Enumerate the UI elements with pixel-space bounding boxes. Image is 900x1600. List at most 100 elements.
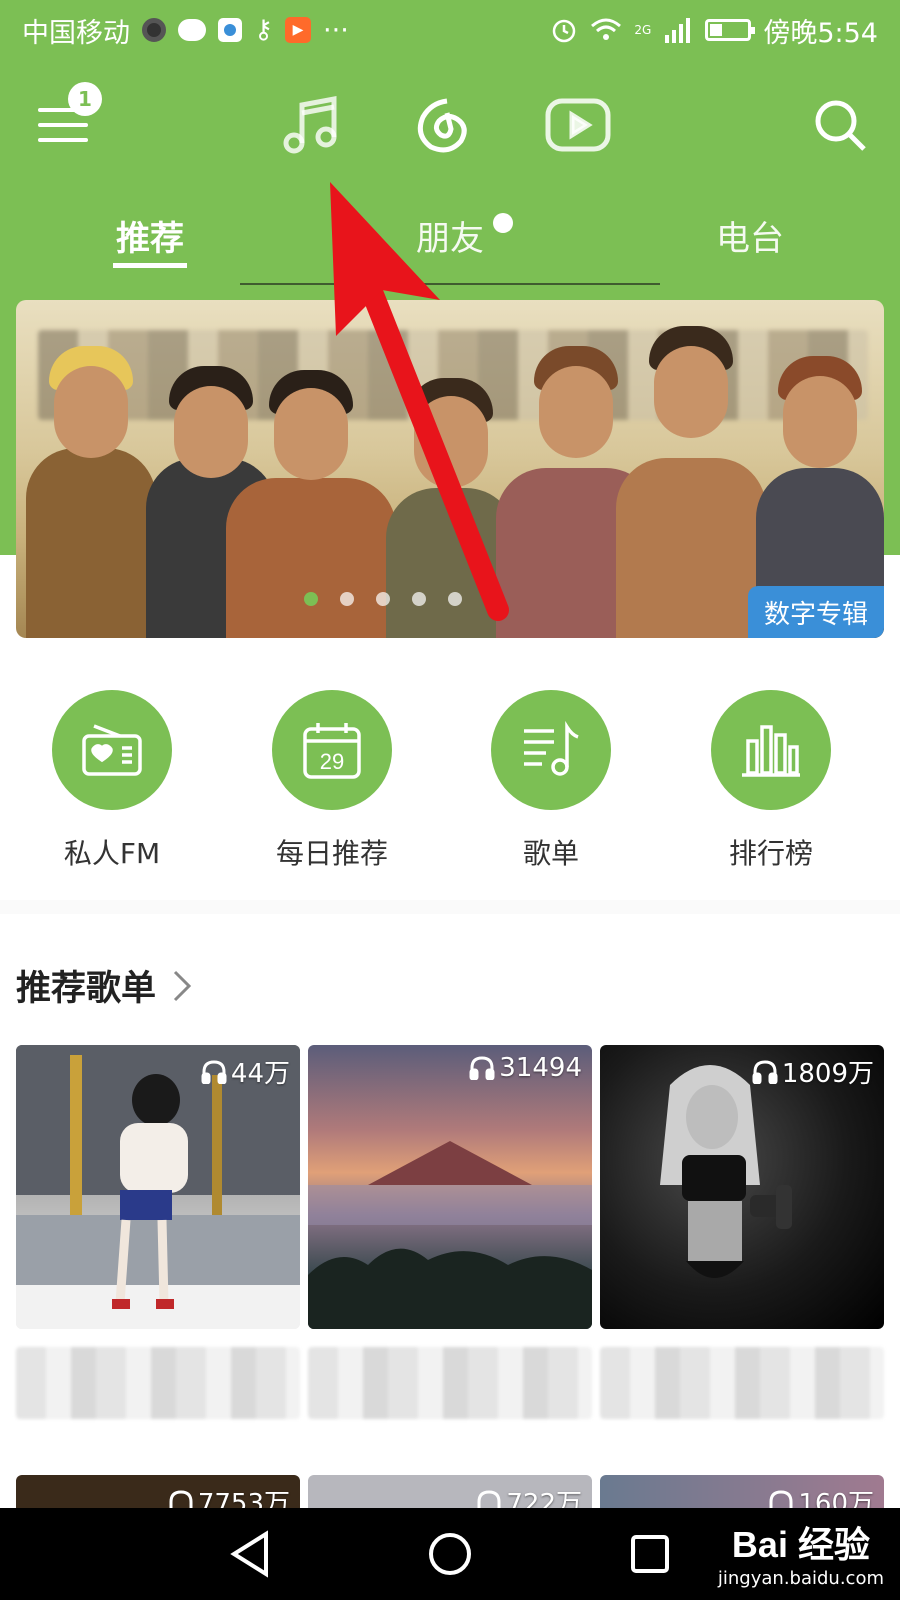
entry-icon-circle [711, 690, 831, 810]
banner-dot[interactable] [412, 592, 426, 606]
video-notification-icon: ▶ [285, 17, 312, 43]
entry-label: 排行榜 [728, 837, 813, 870]
banner-carousel[interactable]: 数字专辑 [16, 300, 884, 638]
play-count: 31494 [469, 1053, 582, 1083]
entry-label: 私人FM [63, 837, 161, 870]
app-notification-icon [218, 18, 242, 42]
search-button[interactable] [795, 80, 885, 170]
headphones-icon [201, 1059, 227, 1084]
section-header-recommended[interactable]: 推荐歌单 [16, 960, 192, 1011]
playlist-cover: 1809万 [600, 1045, 884, 1329]
play-count-value: 1809万 [781, 1059, 874, 1089]
watermark-logo: Bai 经验 [731, 1524, 870, 1565]
home-button[interactable] [418, 1522, 482, 1586]
playlist-card[interactable]: 44万 [16, 1045, 300, 1419]
entry-icon-circle [491, 690, 611, 810]
section-title: 推荐歌单 [16, 969, 157, 1009]
chevron-right-icon [173, 970, 192, 1001]
active-tab-indicator [113, 263, 187, 268]
back-triangle-icon [230, 1530, 268, 1578]
video-button[interactable] [533, 80, 623, 170]
play-count-value: 7753万 [197, 1489, 290, 1511]
playlist-card[interactable]: 1809万 [600, 1045, 884, 1419]
play-count-value: 160万 [798, 1489, 874, 1511]
radio-icon [82, 724, 142, 776]
play-count: 44万 [201, 1053, 290, 1090]
headphones-icon [469, 1056, 495, 1080]
play-count-value: 31494 [499, 1053, 582, 1083]
home-circle-icon [429, 1533, 471, 1575]
banner-dot[interactable] [448, 592, 462, 606]
menu-badge: 1 [68, 82, 102, 116]
cover-illustration [308, 1141, 592, 1329]
back-button[interactable] [218, 1522, 282, 1586]
app-screen: 中国移动 ⚷ ▶ ··· 2G 傍晚5:54 1 推荐 朋友 电台 数字专辑 私… [0, 0, 900, 1600]
entry-playlist[interactable]: 歌单 [471, 690, 631, 872]
banner-dot[interactable] [376, 592, 390, 606]
headphones-icon [752, 1059, 778, 1084]
carrier-label: 中国移动 [22, 17, 130, 49]
playlist-name-blurred [600, 1347, 884, 1419]
banner-person [26, 346, 156, 638]
tab-radio[interactable]: 电台 [700, 205, 800, 265]
play-count-value: 722万 [506, 1489, 582, 1511]
play-count-value: 44万 [230, 1059, 290, 1089]
key-icon: ⚷ [254, 15, 274, 45]
search-icon [815, 100, 866, 151]
playlist-card[interactable]: 722万 [308, 1475, 592, 1511]
entry-charts[interactable]: 排行榜 [691, 690, 851, 872]
status-right: 2G 傍晚5:54 [550, 11, 878, 50]
banner-pagination [304, 592, 462, 606]
friends-new-dot [493, 213, 513, 233]
entry-icon-circle: 29 [272, 690, 392, 810]
entry-private-fm[interactable]: 私人FM [32, 690, 192, 872]
playlist-cover: 31494 [308, 1045, 592, 1329]
playlist-card[interactable]: 160万 [600, 1475, 884, 1511]
calendar-icon: 29 [303, 723, 361, 779]
quick-entries: 私人FM 29 每日推荐 歌单 排行榜 [0, 690, 900, 870]
video-play-icon [545, 98, 611, 152]
top-nav: 1 [0, 80, 900, 170]
playlist-icon [524, 721, 579, 776]
section-divider [0, 900, 900, 914]
netease-cloud-music-icon [417, 98, 467, 153]
recents-square-icon [631, 1535, 669, 1573]
more-notifications-icon: ··· [323, 14, 349, 46]
playlist-grid-row-2: 7753万 722万 160万 [16, 1475, 884, 1511]
banner-dot[interactable] [304, 592, 318, 606]
tab-recommend[interactable]: 推荐 [100, 205, 200, 265]
status-bar: 中国移动 ⚷ ▶ ··· 2G 傍晚5:54 [0, 0, 900, 60]
entry-label: 每日推荐 [275, 837, 388, 870]
chart-bars-icon [742, 725, 800, 777]
signal-icon [665, 18, 691, 43]
play-count: 722万 [476, 1483, 582, 1511]
music-note-icon [283, 95, 337, 154]
system-nav-bar: Bai 经验 jingyan.baidu.com [0, 1508, 900, 1600]
my-music-button[interactable] [265, 80, 355, 170]
music-app-notification-icon [142, 18, 166, 42]
entry-icon-circle [52, 690, 172, 810]
playlist-card[interactable]: 7753万 [16, 1475, 300, 1511]
entry-daily-recommend[interactable]: 29 每日推荐 [252, 690, 412, 872]
playlist-card[interactable]: 31494 [308, 1045, 592, 1419]
message-notification-icon [178, 19, 206, 41]
menu-button[interactable]: 1 [20, 80, 110, 170]
clock-label: 傍晚5:54 [763, 17, 878, 49]
play-count: 7753万 [168, 1483, 290, 1511]
wifi-icon [591, 18, 622, 40]
network-type-label: 2G [634, 23, 652, 37]
entry-label: 歌单 [522, 837, 579, 870]
tab-divider-line [240, 283, 660, 285]
banner-person [226, 370, 396, 638]
baidu-jingyan-watermark: Bai 经验 jingyan.baidu.com [718, 1516, 884, 1589]
playlist-cover: 44万 [16, 1045, 300, 1329]
tab-friends[interactable]: 朋友 [398, 205, 502, 265]
playlist-name-blurred [16, 1347, 300, 1419]
banner-person [616, 326, 766, 638]
watermark-url: jingyan.baidu.com [717, 1568, 884, 1589]
discover-button[interactable] [396, 80, 486, 170]
alarm-icon [553, 19, 576, 43]
recents-button[interactable] [618, 1522, 682, 1586]
banner-dot[interactable] [340, 592, 354, 606]
banner-tag: 数字专辑 [747, 586, 884, 638]
